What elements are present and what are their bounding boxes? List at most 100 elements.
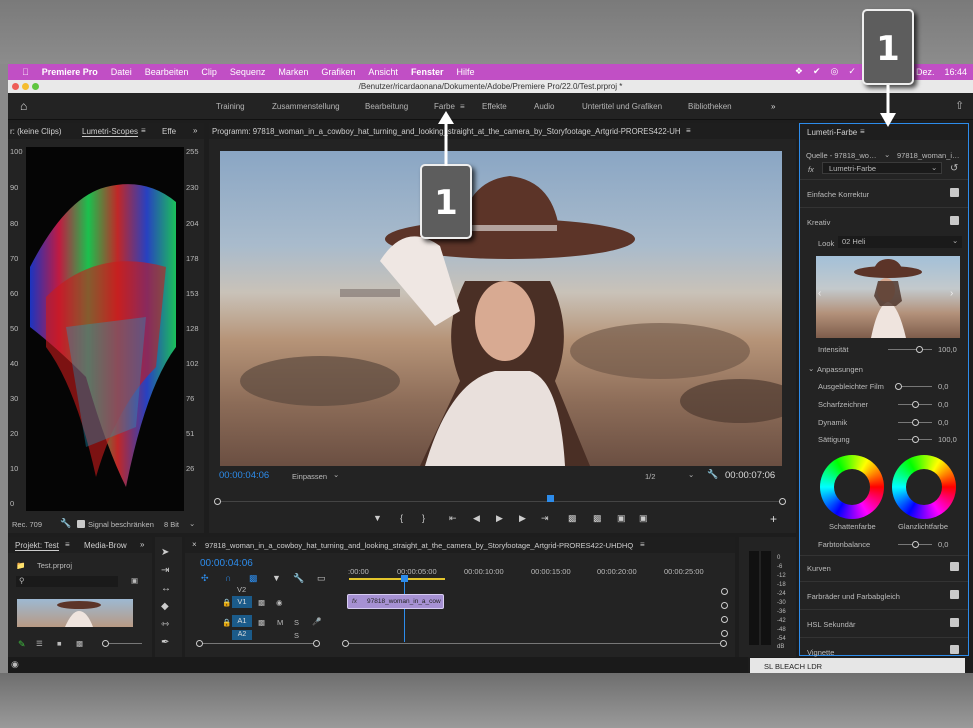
section-creative[interactable]: Kreativ: [807, 218, 830, 227]
compare-icon[interactable]: ▣: [639, 513, 648, 524]
signal-checkbox[interactable]: [77, 520, 85, 528]
track-a1-label[interactable]: A1: [232, 615, 252, 627]
saturation-knob[interactable]: [912, 436, 919, 443]
track-scroll-knob[interactable]: [721, 588, 728, 595]
track-select-tool-icon[interactable]: ⇥: [161, 565, 169, 576]
track-scroll-knob-2[interactable]: [721, 602, 728, 609]
zoom-knob-2[interactable]: [720, 640, 727, 647]
highlight-color-wheel[interactable]: [892, 455, 956, 519]
scrub-end-handle[interactable]: [779, 498, 786, 505]
look-next-icon[interactable]: ›: [950, 288, 953, 299]
saturation-slider[interactable]: [898, 436, 932, 443]
mic-icon[interactable]: 🎤: [312, 617, 321, 626]
fit-select[interactable]: Einpassen: [292, 472, 327, 481]
pencil-icon[interactable]: ✎: [18, 639, 26, 650]
new-bin-icon[interactable]: ▣: [131, 576, 138, 585]
thumb-size-knob[interactable]: [102, 640, 109, 647]
scrub-start-handle[interactable]: [214, 498, 221, 505]
workspace-effekte[interactable]: Effekte: [482, 102, 507, 111]
track-scroll-knob-4[interactable]: [721, 630, 728, 637]
menu-app[interactable]: Premiere Pro: [42, 67, 98, 77]
menu-datei[interactable]: Datei: [111, 67, 132, 77]
solo-button[interactable]: S: [294, 618, 299, 627]
out-point-icon[interactable]: }: [422, 513, 425, 523]
work-area-bar[interactable]: [349, 578, 445, 580]
look-preview-thumbnail[interactable]: ‹ ›: [816, 256, 960, 338]
adjust-label[interactable]: Anpassungen: [817, 365, 863, 374]
look-select[interactable]: 02 Heli ⌄: [838, 236, 962, 248]
intensity-value[interactable]: 100,0: [938, 345, 957, 354]
look-dropdown-item[interactable]: SL BLEACH LDR: [750, 658, 965, 673]
source-chevron-icon[interactable]: ⌄: [884, 150, 890, 159]
menu-bearbeiten[interactable]: Bearbeiten: [145, 67, 189, 77]
menu-clip[interactable]: Clip: [201, 67, 217, 77]
wheels-checkbox[interactable]: [950, 590, 959, 599]
project-more[interactable]: »: [140, 540, 144, 549]
menu-marken[interactable]: Marken: [278, 67, 308, 77]
program-timecode[interactable]: 00:00:04:06: [219, 470, 269, 481]
hsl-checkbox[interactable]: [950, 618, 959, 627]
intensity-slider[interactable]: [888, 346, 932, 353]
playhead-marker[interactable]: [547, 495, 554, 502]
minimize-window-button[interactable]: [22, 83, 29, 90]
lumetri-menu-icon[interactable]: ≡: [860, 127, 865, 136]
track-scroll-knob-3[interactable]: [721, 616, 728, 623]
track-v1-label[interactable]: V1: [232, 596, 252, 608]
check-circle-icon[interactable]: ✓: [848, 66, 856, 77]
captions-icon[interactable]: ▭: [317, 573, 326, 584]
shadow-color-wheel[interactable]: [820, 455, 884, 519]
section-basic[interactable]: Einfache Korrektur: [807, 190, 869, 199]
home-icon[interactable]: ⌂: [20, 99, 27, 113]
zoom-knob[interactable]: [342, 640, 349, 647]
step-back-icon[interactable]: ◀: [473, 513, 480, 524]
vibrance-value[interactable]: 0,0: [938, 418, 948, 427]
workspace-menu-icon[interactable]: ≡: [460, 102, 465, 111]
list-view-icon[interactable]: ☰: [36, 639, 43, 648]
workspace-zusammenstellung[interactable]: Zusammenstellung: [272, 102, 340, 111]
basic-checkbox[interactable]: [950, 188, 959, 197]
workspace-untertitel[interactable]: Untertitel und Grafiken: [582, 102, 662, 111]
tab-lumetri-scopes[interactable]: Lumetri-Scopes: [82, 127, 139, 137]
menu-hilfe[interactable]: Hilfe: [456, 67, 474, 77]
reset-icon[interactable]: ↺: [950, 163, 958, 174]
zoom-left-knob-2[interactable]: [313, 640, 320, 647]
sync-lock-a1-icon[interactable]: ▩: [258, 618, 265, 627]
dropbox-icon[interactable]: ❖: [795, 66, 803, 77]
track-a2-label[interactable]: A2: [232, 630, 252, 640]
solo-a2-button[interactable]: S: [294, 631, 299, 640]
section-vignette[interactable]: Vignette: [807, 648, 834, 657]
apple-icon[interactable]: : [22, 67, 29, 77]
camera-icon[interactable]: ▣: [617, 513, 626, 524]
status-icon[interactable]: ◉: [11, 659, 19, 670]
share-icon[interactable]: ⇧: [955, 99, 964, 112]
vignette-checkbox[interactable]: [950, 645, 959, 654]
workspace-bearbeitung[interactable]: Bearbeitung: [365, 102, 408, 111]
timeline-settings-icon[interactable]: 🔧: [293, 573, 304, 584]
menu-fenster[interactable]: Fenster: [411, 67, 444, 77]
fit-chevron-icon[interactable]: ⌄: [333, 470, 339, 479]
section-hsl[interactable]: HSL Sekundär: [807, 620, 856, 629]
add-button-icon[interactable]: +: [770, 512, 777, 526]
zoom-left-knob[interactable]: [196, 640, 203, 647]
wrench-icon[interactable]: 🔧: [60, 518, 71, 529]
tab-media-browser[interactable]: Media-Brow: [84, 541, 127, 550]
tab-prev[interactable]: r: (keine Clips): [10, 127, 62, 136]
lock-icon[interactable]: 🔒: [222, 598, 231, 607]
sync-lock-icon[interactable]: ▩: [258, 598, 265, 607]
lock-a1-icon[interactable]: 🔒: [222, 618, 231, 627]
balance-value[interactable]: 0,0: [938, 540, 948, 549]
video-frame[interactable]: [220, 151, 782, 466]
eye-icon[interactable]: ◉: [276, 598, 283, 607]
slip-tool-icon[interactable]: ⇿: [161, 619, 169, 630]
icon-view-icon[interactable]: ■: [57, 639, 62, 648]
menu-sequenz[interactable]: Sequenz: [230, 67, 266, 77]
clip-thumbnail[interactable]: [17, 599, 133, 627]
source-label[interactable]: Quelle - 97818_wo…: [806, 151, 876, 160]
thumbnail-size-slider[interactable]: [102, 640, 142, 647]
video-clip[interactable]: fx 97818_woman_in_a_cow: [347, 594, 444, 609]
selection-tool-icon[interactable]: ➤: [161, 547, 169, 558]
zoom-window-button[interactable]: [32, 83, 39, 90]
pen-tool-icon[interactable]: ✒: [161, 637, 169, 648]
tab-project[interactable]: Projekt: Test: [15, 541, 59, 551]
workspace-bibliotheken[interactable]: Bibliotheken: [688, 102, 732, 111]
